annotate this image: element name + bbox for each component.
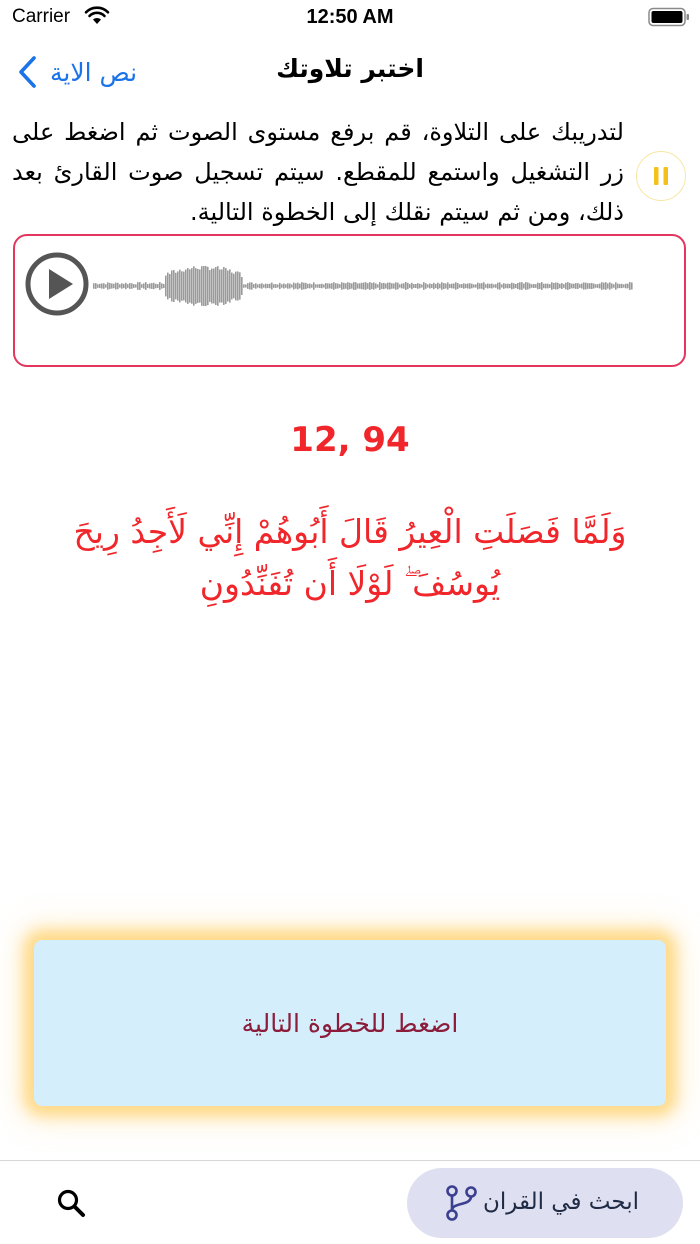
instructions-text: لتدريبك على التلاوة، قم برفع مستوى الصوت… bbox=[12, 118, 624, 226]
nav-bar: نص الاية اختبر تلاوتك bbox=[0, 40, 700, 100]
search-icon[interactable] bbox=[56, 1188, 86, 1218]
pause-button[interactable] bbox=[636, 151, 686, 201]
branch-icon bbox=[446, 1185, 477, 1221]
next-step-button[interactable]: اضغط للخطوة التالية bbox=[34, 940, 666, 1106]
battery-icon bbox=[648, 7, 689, 27]
status-bar: Carrier 12:50 AM bbox=[0, 0, 700, 36]
pause-icon bbox=[654, 167, 668, 185]
audio-player bbox=[13, 234, 686, 367]
page-title: اختبر تلاوتك bbox=[276, 54, 424, 83]
clock: 12:50 AM bbox=[306, 6, 394, 28]
quran-search-button[interactable]: ابحث في القران bbox=[407, 1168, 683, 1238]
verse-text: وَلَمَّا فَصَلَتِ الْعِيرُ قَالَ أَبُوهُ… bbox=[73, 512, 627, 603]
bottom-divider bbox=[0, 1160, 700, 1161]
play-icon[interactable] bbox=[25, 252, 89, 316]
quran-search-label: ابحث في القران bbox=[482, 1189, 639, 1215]
waveform[interactable] bbox=[93, 266, 633, 306]
verse-reference: 12, 94 bbox=[290, 420, 410, 460]
next-step-label: اضغط للخطوة التالية bbox=[241, 1008, 459, 1038]
